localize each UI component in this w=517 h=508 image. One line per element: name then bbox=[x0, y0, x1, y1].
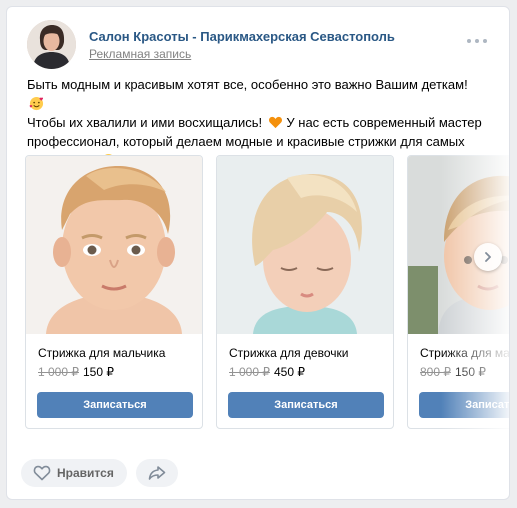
product-title: Стрижка для мальчика bbox=[38, 346, 166, 360]
old-price: 800 ₽ bbox=[420, 365, 451, 379]
like-button[interactable]: Нравится bbox=[21, 459, 127, 487]
book-button[interactable]: Записаться bbox=[228, 392, 384, 418]
product-image-girl[interactable] bbox=[217, 156, 393, 334]
product-card[interactable]: Стрижка для девочки 1 000 ₽ 450 ₽ Записат… bbox=[216, 155, 394, 429]
book-button[interactable]: Записаться bbox=[419, 392, 509, 418]
product-title: Стрижка для девочки bbox=[229, 346, 349, 360]
price-row: 800 ₽ 150 ₽ bbox=[420, 365, 486, 379]
orange-heart-emoji bbox=[268, 116, 282, 129]
chevron-right-icon[interactable] bbox=[474, 243, 502, 271]
share-button[interactable] bbox=[135, 459, 178, 487]
post-author-link[interactable]: Салон Красоты - Парикмахерская Севастопо… bbox=[89, 29, 395, 44]
smiling-face-with-hearts-emoji bbox=[29, 96, 44, 111]
share-arrow-icon bbox=[148, 466, 166, 480]
book-button[interactable]: Записаться bbox=[37, 392, 193, 418]
product-image-boy[interactable] bbox=[26, 156, 202, 334]
post-actions: Нравится bbox=[21, 459, 178, 489]
product-card[interactable]: Стрижка для мальчика 1 000 ₽ 150 ₽ Записа… bbox=[25, 155, 203, 429]
like-label: Нравится bbox=[57, 466, 114, 480]
price-row: 1 000 ₽ 150 ₽ bbox=[38, 365, 114, 379]
product-carousel[interactable]: Стрижка для мальчика 1 000 ₽ 150 ₽ Записа… bbox=[25, 155, 510, 435]
avatar[interactable] bbox=[27, 20, 76, 69]
price: 150 ₽ bbox=[455, 365, 486, 379]
price-row: 1 000 ₽ 450 ₽ bbox=[229, 365, 305, 379]
old-price: 1 000 ₽ bbox=[38, 365, 79, 379]
price: 150 ₽ bbox=[83, 365, 114, 379]
more-dots-icon[interactable] bbox=[467, 37, 487, 45]
old-price: 1 000 ₽ bbox=[229, 365, 270, 379]
ad-label-link[interactable]: Рекламная запись bbox=[89, 47, 191, 61]
product-title: Стрижка для мальчика bbox=[420, 346, 510, 360]
product-card[interactable]: Стрижка для мальчика 800 ₽ 150 ₽ Записать… bbox=[407, 155, 510, 429]
price: 450 ₽ bbox=[274, 365, 305, 379]
post-text-line-1: Быть модным и красивым хотят все, особен… bbox=[27, 77, 468, 92]
post-text-line-2: Чтобы их хвалили и ими восхищались! bbox=[27, 115, 263, 130]
post-card: Салон Красоты - Парикмахерская Севастопо… bbox=[6, 6, 510, 500]
heart-icon bbox=[33, 465, 51, 481]
